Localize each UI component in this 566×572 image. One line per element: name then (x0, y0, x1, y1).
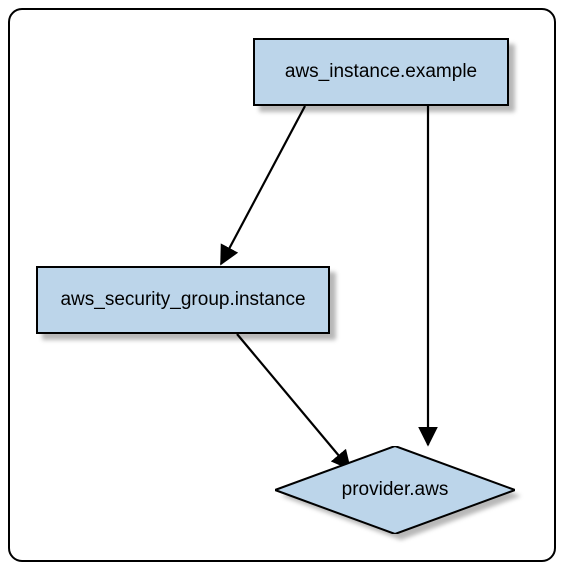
node-label: provider.aws (342, 479, 449, 501)
node-label: aws_instance.example (285, 61, 477, 83)
edge-top-to-left (221, 106, 305, 264)
dependency-graph-frame: aws_instance.example aws_security_group.… (8, 8, 556, 562)
node-aws-instance-example: aws_instance.example (253, 38, 509, 106)
node-aws-security-group-instance: aws_security_group.instance (36, 266, 330, 334)
node-label: aws_security_group.instance (60, 289, 305, 311)
node-provider-aws: provider.aws (275, 446, 515, 534)
